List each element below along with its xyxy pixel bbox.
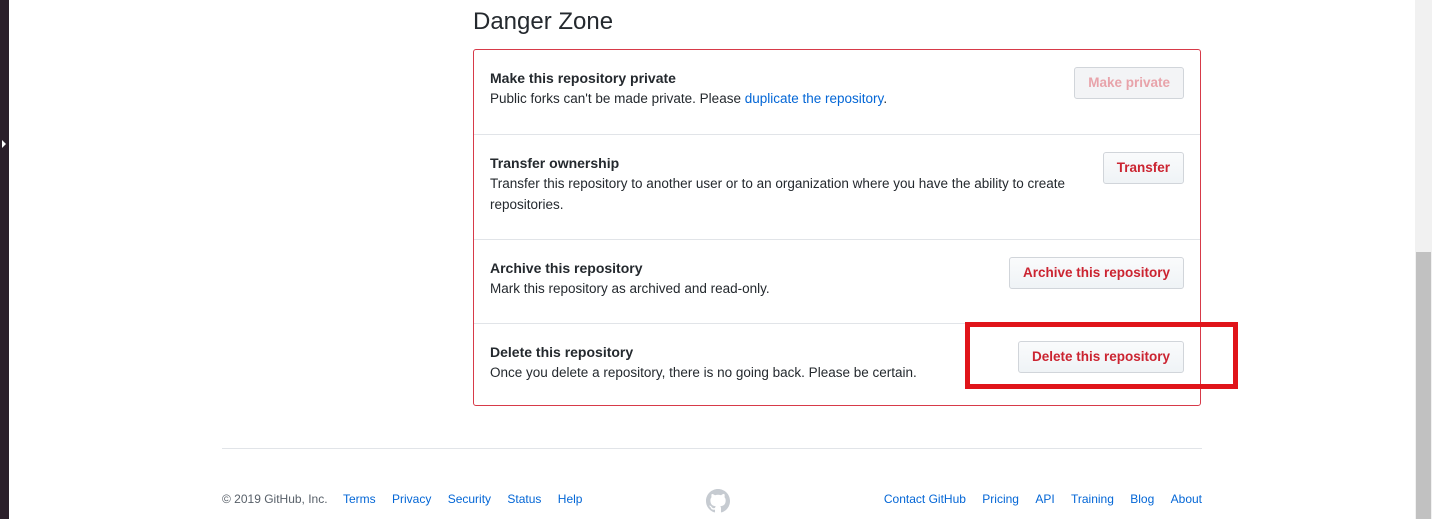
transfer-ownership-title: Transfer ownership: [490, 155, 620, 171]
footer-link-privacy[interactable]: Privacy: [392, 492, 431, 506]
archive-repository-button[interactable]: Archive this repository: [1008, 257, 1184, 289]
footer-link-help[interactable]: Help: [558, 492, 583, 506]
expand-arrow-icon[interactable]: [2, 140, 6, 148]
make-private-description: Public forks can't be made private. Plea…: [490, 88, 1100, 109]
footer-link-contact-github[interactable]: Contact GitHub: [884, 492, 966, 506]
footer-copyright: © 2019 GitHub, Inc.: [222, 492, 328, 506]
archive-repository-row: Archive this repository Mark this reposi…: [474, 239, 1200, 323]
footer-divider: [222, 448, 1202, 449]
left-window-strip: [0, 0, 9, 519]
github-mark-icon[interactable]: [706, 489, 730, 513]
transfer-button[interactable]: Transfer: [1102, 152, 1184, 184]
duplicate-repository-link[interactable]: duplicate the repository: [745, 91, 884, 106]
delete-button-highlight: [965, 322, 1238, 389]
make-private-description-text: Public forks can't be made private. Plea…: [490, 91, 745, 106]
footer-link-api[interactable]: API: [1035, 492, 1054, 506]
transfer-ownership-row: Transfer ownership Transfer this reposit…: [474, 134, 1200, 239]
danger-zone-heading: Danger Zone: [473, 8, 614, 35]
footer-left-links: Terms Privacy Security Status Help: [343, 492, 595, 506]
delete-repository-title: Delete this repository: [490, 344, 634, 360]
vertical-scrollbar[interactable]: [1415, 0, 1432, 519]
footer-link-status[interactable]: Status: [507, 492, 541, 506]
footer-link-blog[interactable]: Blog: [1130, 492, 1154, 506]
make-private-description-suffix: .: [883, 91, 888, 106]
make-private-row: Make this repository private Public fork…: [474, 50, 1200, 134]
make-private-title: Make this repository private: [490, 70, 676, 86]
footer-link-terms[interactable]: Terms: [343, 492, 376, 506]
footer-link-training[interactable]: Training: [1071, 492, 1114, 506]
footer-right-links: Contact GitHub Pricing API Training Blog…: [871, 492, 1202, 506]
archive-repository-title: Archive this repository: [490, 260, 643, 276]
footer-link-pricing[interactable]: Pricing: [982, 492, 1019, 506]
footer-link-security[interactable]: Security: [448, 492, 491, 506]
transfer-ownership-description: Transfer this repository to another user…: [490, 176, 1066, 212]
footer-link-about[interactable]: About: [1171, 492, 1202, 506]
make-private-button[interactable]: Make private: [1074, 67, 1184, 99]
scrollbar-thumb[interactable]: [1416, 252, 1431, 519]
